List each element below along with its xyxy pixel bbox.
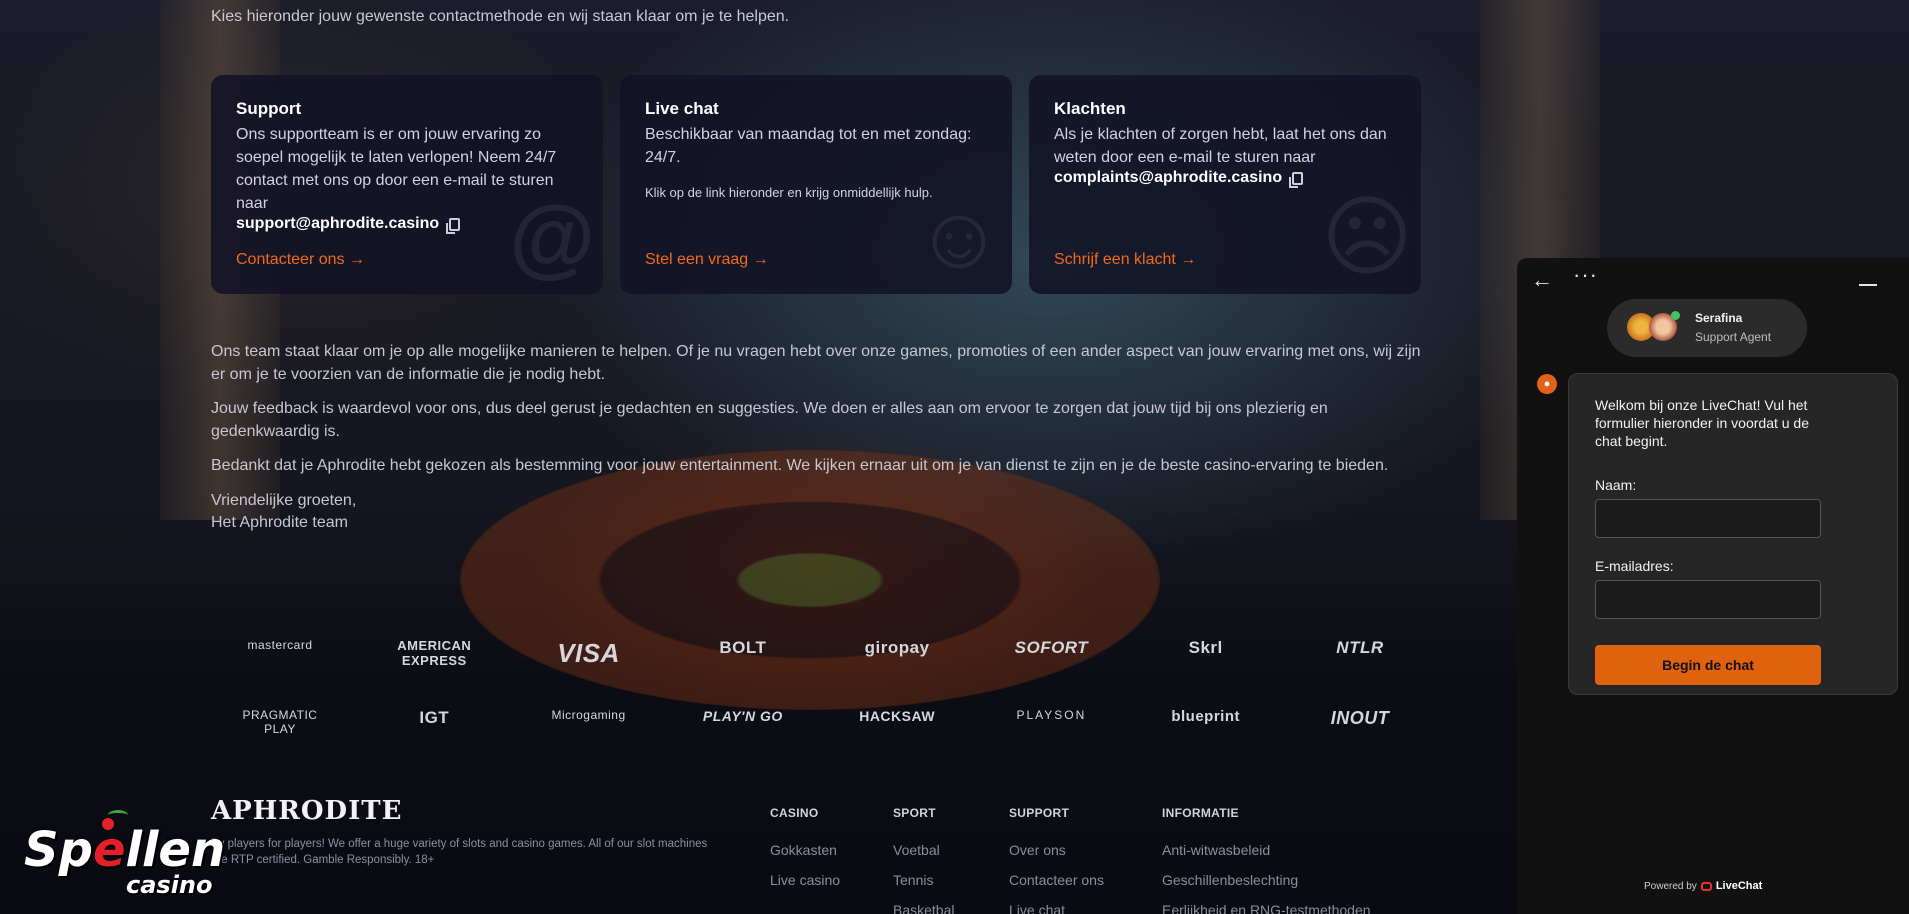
signoff-greeting: Vriendelijke groeten,	[211, 491, 357, 509]
card-title: Klachten	[1054, 99, 1126, 118]
welcome-message: Welkom bij onze LiveChat! Vul het formul…	[1595, 397, 1810, 449]
pragmatic-play-logo: PRAGMATIC PLAY	[242, 708, 318, 736]
hacksaw-logo: HACKSAW	[859, 708, 936, 724]
payment-logos: mastercard AMERICAN EXPRESS VISA BOLT gi…	[230, 638, 1410, 669]
footer-link[interactable]: Live casino	[770, 872, 840, 888]
write-complaint-link[interactable]: Schrijf een klacht →	[1054, 251, 1196, 269]
copy-icon[interactable]	[446, 217, 461, 234]
card-text: Als je klachten of zorgen hebt, laat het…	[1054, 126, 1387, 166]
amex-logo: AMERICAN EXPRESS	[397, 638, 472, 668]
watermark-main: Spellen	[24, 822, 226, 878]
blueprint-logo: blueprint	[1171, 708, 1241, 725]
agent-role: Support Agent	[1695, 330, 1772, 344]
column-title: INFORMATIE	[1162, 806, 1239, 820]
provider-logos: PRAGMATIC PLAY IGT Microgaming PLAY'N GO…	[230, 708, 1410, 736]
name-input[interactable]	[1595, 499, 1821, 538]
footer-column-sport: SPORT Voetbal Tennis Basketbal	[893, 806, 954, 914]
more-options-icon[interactable]: ···	[1573, 262, 1598, 288]
visa-logo: VISA	[557, 638, 620, 668]
footer-column-casino: CASINO Gokkasten Live casino	[770, 806, 840, 902]
prechat-form: Welkom bij onze LiveChat! Vul het formul…	[1568, 373, 1898, 695]
inout-logo: INOUT	[1330, 708, 1390, 728]
body-text: Ons team staat klaar om je op alle mogel…	[211, 341, 1426, 535]
intro-text: Kies hieronder jouw gewenste contactmeth…	[211, 8, 790, 25]
footer-link[interactable]: Tennis	[893, 872, 954, 888]
footer-link[interactable]: Anti-witwasbeleid	[1162, 842, 1371, 858]
brand-description: By players for players! We offer a huge …	[211, 838, 708, 866]
sad-face-icon: ☹	[1321, 187, 1413, 286]
support-email[interactable]: support@aphrodite.casino	[236, 215, 461, 234]
paragraph: Jouw feedback is waardevol voor ons, dus…	[211, 400, 1328, 440]
copy-icon[interactable]	[1289, 171, 1304, 188]
bot-avatar-icon: ●	[1537, 374, 1557, 394]
card-title: Support	[236, 99, 302, 118]
livechat-widget: ← ··· Serafina Support Agent ● Welkom bi…	[1517, 258, 1909, 914]
skrill-logo: Skrl	[1188, 638, 1223, 657]
footer-link[interactable]: Over ons	[1009, 842, 1104, 858]
card-text: Beschikbaar van maandag tot en met zonda…	[645, 126, 972, 166]
aphrodite-logo[interactable]: APHRODITE	[211, 796, 402, 826]
footer-column-support: SUPPORT Over ons Contacteer ons Live cha…	[1009, 806, 1104, 914]
footer-link[interactable]: Eerlijkheid en RNG-testmethoden	[1162, 902, 1371, 914]
footer-column-info: INFORMATIE Anti-witwasbeleid Geschillenb…	[1162, 806, 1371, 914]
agent-badge: Serafina Support Agent	[1607, 299, 1807, 357]
start-chat-button[interactable]: Begin de chat	[1595, 645, 1821, 685]
paragraph: Ons team staat klaar om je op alle mogel…	[211, 343, 1421, 383]
online-status-dot	[1671, 311, 1680, 320]
footer-link[interactable]: Gokkasten	[770, 842, 840, 858]
at-sign-icon: @	[509, 187, 595, 286]
complaints-email[interactable]: complaints@aphrodite.casino	[1054, 169, 1304, 188]
powered-by-text: Powered by	[1644, 880, 1697, 892]
cherry-icon	[102, 818, 114, 830]
bolt-logo: BOLT	[719, 638, 767, 657]
footer-link[interactable]: Basketbal	[893, 902, 954, 914]
livechat-logo-icon	[1700, 881, 1712, 891]
column-title: SUPPORT	[1009, 806, 1070, 820]
igt-logo: IGT	[419, 708, 450, 727]
microgaming-logo: Microgaming	[551, 708, 626, 722]
footer-link[interactable]: Geschillenbeslechting	[1162, 872, 1371, 888]
chat-toolbar: ← ···	[1517, 258, 1909, 304]
card-title: Live chat	[645, 99, 719, 118]
paragraph: Bedankt dat je Aphrodite hebt gekozen al…	[211, 457, 1389, 474]
powered-by[interactable]: Powered by LiveChat	[1644, 880, 1762, 892]
footer-link[interactable]: Live chat	[1009, 902, 1104, 914]
livechat-brand: LiveChat	[1715, 880, 1763, 892]
mastercard-logo: mastercard	[247, 638, 313, 652]
sofort-logo: SOFORT	[1014, 638, 1089, 657]
agent-name: Serafina	[1695, 311, 1743, 325]
livechat-card: Live chat Beschikbaar van maandag tot en…	[620, 75, 1012, 294]
support-card: Support Ons supportteam is er om jouw er…	[211, 75, 603, 294]
complaints-card: Klachten Als je klachten of zorgen hebt,…	[1029, 75, 1421, 294]
minimize-icon[interactable]	[1859, 284, 1877, 286]
footer-link[interactable]: Voetbal	[893, 842, 954, 858]
email-input[interactable]	[1595, 580, 1821, 619]
smiley-icon: ☺	[914, 187, 1004, 286]
email-text[interactable]: complaints@aphrodite.casino	[1054, 169, 1282, 187]
playson-logo: PLAYSON	[1016, 708, 1087, 722]
email-label: E-mailadres:	[1595, 558, 1674, 574]
ask-question-link[interactable]: Stel een vraag →	[645, 251, 769, 269]
neteller-logo: NTLR	[1336, 638, 1384, 657]
watermark-sub: casino	[126, 871, 213, 899]
contact-us-link[interactable]: Contacteer ons →	[236, 251, 365, 269]
giropay-logo: giropay	[864, 638, 930, 657]
back-arrow-icon[interactable]: ←	[1531, 267, 1553, 293]
playngo-logo: PLAY'N GO	[702, 708, 783, 724]
spellen-casino-watermark: Spellen casino	[24, 810, 234, 906]
footer-link[interactable]: Contacteer ons	[1009, 872, 1104, 888]
email-text[interactable]: support@aphrodite.casino	[236, 215, 439, 233]
name-label: Naam:	[1595, 477, 1637, 493]
column-title: SPORT	[893, 806, 936, 820]
column-title: CASINO	[770, 806, 819, 820]
signoff-team: Het Aphrodite team	[211, 514, 348, 531]
